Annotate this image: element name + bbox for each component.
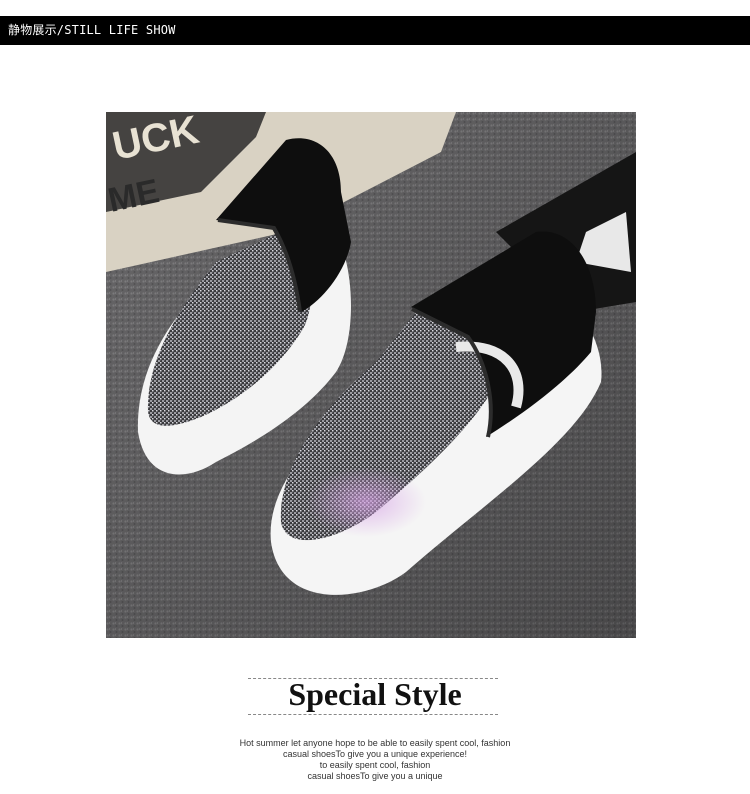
caption-line: to easily spent cool, fashion <box>319 760 431 770</box>
caption-line: Hot summer let anyone hope to be able to… <box>239 738 511 748</box>
caption-title: Special Style <box>288 676 462 712</box>
product-photo: UCK ME <box>106 112 636 638</box>
caption-divider-bottom <box>248 714 498 715</box>
section-header-title: 静物展示/STILL LIFE SHOW <box>8 23 176 37</box>
section-header-bar: 静物展示/STILL LIFE SHOW <box>0 16 750 45</box>
caption-line: casual shoesTo give you a unique <box>307 771 443 781</box>
caption-body: Hot summer let anyone hope to be able to… <box>0 738 750 782</box>
caption-line: casual shoesTo give you a unique experie… <box>282 749 468 759</box>
